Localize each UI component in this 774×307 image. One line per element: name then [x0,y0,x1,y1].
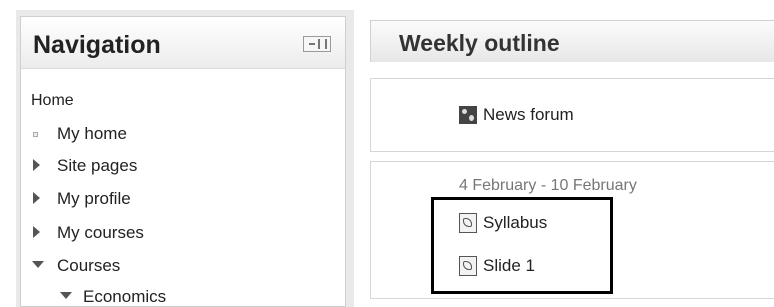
leaf-bullet-icon [33,132,38,137]
nav-item-label: Economics [83,287,167,306]
nav-item-label: Courses [57,256,121,275]
activity-link[interactable]: News forum [483,105,574,125]
nav-item-home[interactable]: Home [31,92,74,110]
nav-item-label: Site pages [57,156,138,175]
week-dates: 4 February - 10 February [459,177,637,194]
nav-item-label: My profile [57,189,131,208]
dock-dash-icon [309,43,315,45]
navigation-block: Navigation Home My home Site pages My pr… [16,10,354,307]
navigation-title: Navigation [33,31,161,59]
course-content-header: Weekly outline [370,20,774,62]
general-section: News forum [370,78,774,152]
expand-arrow-icon[interactable] [33,192,40,204]
highlight-box [431,197,613,294]
collapse-arrow-icon[interactable] [60,292,72,299]
expand-arrow-icon[interactable] [33,226,40,238]
expand-arrow-icon[interactable] [33,159,40,171]
navigation-header: Navigation [21,17,345,69]
navigation-panel: Navigation Home My home Site pages My pr… [20,16,346,307]
dock-block-button[interactable] [303,36,331,52]
nav-item-label: My home [57,124,127,143]
dock-bar-icon [318,39,327,49]
collapse-arrow-icon[interactable] [32,261,44,268]
nav-item-label: Home [31,92,74,109]
nav-item-label: My courses [57,223,144,242]
forum-icon [459,106,477,124]
page-title: Weekly outline [399,30,560,56]
